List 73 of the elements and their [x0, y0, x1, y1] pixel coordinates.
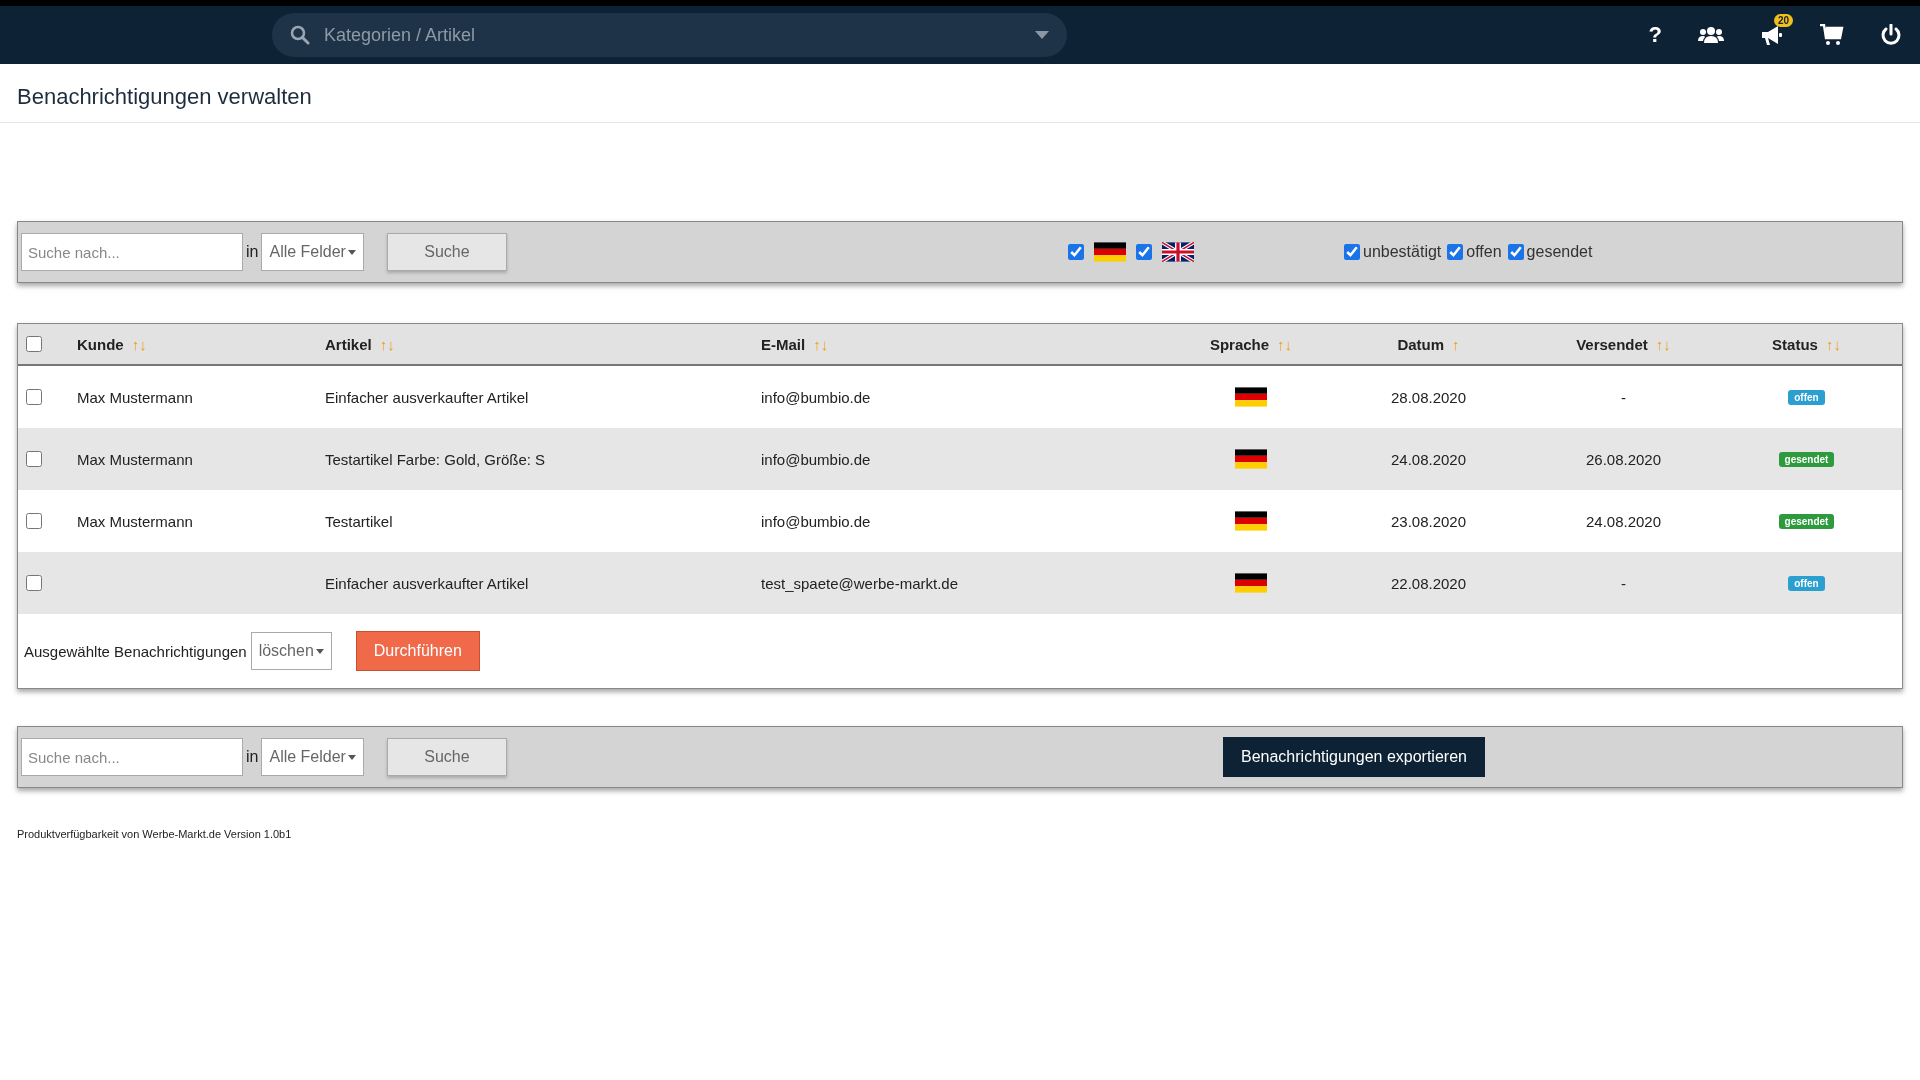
table-cell: info@bumbio.de [761, 512, 871, 530]
british-flag-icon [1162, 242, 1194, 262]
checkbox[interactable] [1344, 244, 1360, 260]
german-flag-icon [1094, 242, 1126, 262]
in-label: in [246, 243, 259, 261]
footer-text: Produktverfügbarkeit von Werbe-Markt.de Version 1.0b1 [16, 827, 293, 842]
table-cell: test_spaete@werbe-markt.de [761, 574, 958, 592]
caret-icon[interactable] [1035, 31, 1049, 39]
checkbox[interactable] [26, 451, 42, 467]
table-cell: Einfacher ausverkaufter Artikel [325, 574, 529, 592]
status-badge: offen [1788, 389, 1825, 405]
status-filter-label: offen [1466, 243, 1502, 261]
bulk-action-label: Ausgewählte Benachrichtigungen [24, 642, 247, 660]
column-header[interactable]: Status [1772, 335, 1818, 353]
checkbox[interactable] [1136, 244, 1152, 260]
column-header[interactable]: Datum [1397, 335, 1445, 353]
german-flag-icon [1235, 511, 1267, 531]
execute-button[interactable]: Durchführen [355, 631, 480, 671]
export-button[interactable]: Benachrichtigungen exportieren [1223, 737, 1485, 777]
checkbox[interactable] [1447, 244, 1464, 260]
table-cell: 24.08.2020 [1585, 512, 1662, 530]
column-header[interactable]: Sprache [1209, 335, 1270, 353]
checkbox[interactable] [26, 336, 42, 352]
table-cell: Max Mustermann [77, 388, 193, 406]
german-flag-icon [1235, 387, 1267, 407]
page-title: Benachrichtigungen verwalten [0, 64, 1920, 123]
search-button[interactable]: Suche [386, 738, 507, 776]
table-cell: Einfacher ausverkaufter Artikel [325, 388, 529, 406]
column-header[interactable]: E-Mail [761, 335, 806, 353]
table-cell: 28.08.2020 [1390, 388, 1467, 406]
action-select[interactable]: löschen [250, 632, 332, 670]
table-cell: Max Mustermann [77, 450, 193, 468]
table-cell: 24.08.2020 [1390, 450, 1467, 468]
table-cell: Max Mustermann [77, 512, 193, 530]
search-field[interactable]: Suche nach... [21, 233, 243, 271]
search-bar[interactable]: Kategorien / Artikel [272, 13, 1067, 57]
field-select[interactable]: Alle Felder [261, 738, 364, 776]
megaphone-icon[interactable] [1760, 24, 1784, 46]
table-cell: 26.08.2020 [1585, 450, 1662, 468]
table-cell: Testartikel Farbe: Gold, Größe: S [325, 450, 546, 468]
german-flag-icon [1235, 573, 1267, 593]
power-icon[interactable] [1880, 24, 1902, 46]
checkbox[interactable] [1068, 244, 1084, 260]
checkbox[interactable] [26, 575, 42, 591]
table-cell: - [1621, 574, 1626, 592]
checkbox[interactable] [26, 389, 42, 405]
column-header[interactable]: Artikel [325, 335, 372, 353]
status-badge: gesendet [1778, 513, 1835, 529]
search-field[interactable]: Suche nach... [21, 738, 243, 776]
shopping-cart-icon[interactable] [1820, 24, 1844, 46]
table-cell: 22.08.2020 [1390, 574, 1467, 592]
in-label: in [246, 748, 259, 766]
column-header[interactable]: Versendet [1576, 335, 1648, 353]
table-cell: info@bumbio.de [761, 450, 871, 468]
notification-badge: 20 [1774, 14, 1794, 27]
status-badge: gesendet [1778, 451, 1835, 467]
search-button[interactable]: Suche [386, 233, 507, 271]
table-cell: - [1621, 388, 1626, 406]
table-cell: 23.08.2020 [1390, 512, 1467, 530]
status-badge: offen [1788, 575, 1825, 591]
status-filter-label: gesendet [1526, 243, 1593, 261]
checkbox[interactable] [26, 513, 42, 529]
german-flag-icon [1235, 449, 1267, 469]
status-filter-label: unbestätigt [1363, 243, 1442, 261]
search-field[interactable]: Kategorien / Artikel [322, 23, 1023, 47]
search-icon[interactable] [290, 25, 310, 45]
help-icon[interactable]: ? [1648, 22, 1662, 48]
users-icon[interactable] [1698, 25, 1724, 45]
field-select[interactable]: Alle Felder [261, 233, 364, 271]
checkbox[interactable] [1507, 244, 1524, 260]
table-cell: Testartikel [325, 512, 393, 530]
table-cell: info@bumbio.de [761, 388, 871, 406]
column-header[interactable]: Kunde [77, 335, 124, 353]
